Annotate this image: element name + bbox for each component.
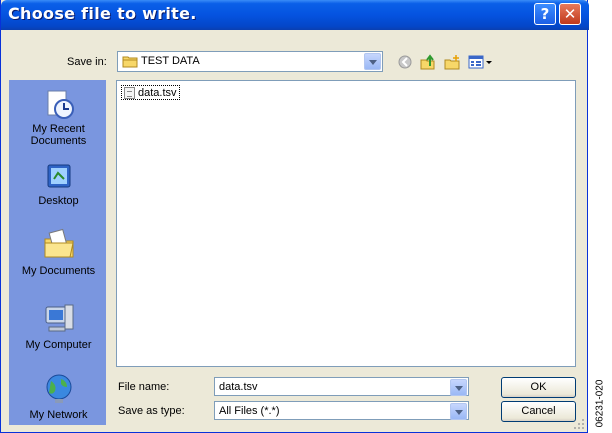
close-icon: ✕ (563, 5, 577, 23)
save-in-dropdown[interactable]: TEST DATA (117, 51, 383, 72)
file-name-dropdown-arrow[interactable] (450, 379, 467, 396)
my-computer-icon (45, 304, 73, 332)
my-documents-icon (44, 228, 74, 258)
place-my-recent-documents[interactable]: My Recent Documents (10, 87, 107, 147)
back-icon[interactable] (397, 54, 415, 70)
save-file-dialog: Choose file to write. ? ✕ Save in: TEST … (0, 0, 589, 433)
figure-id-text: 06231-020 (594, 379, 606, 428)
dialog-title: Choose file to write. (8, 4, 197, 23)
cancel-button[interactable]: Cancel (501, 401, 576, 422)
place-my-documents[interactable]: My Documents (10, 227, 107, 277)
ok-button[interactable]: OK (501, 377, 576, 398)
save-as-type-value: All Files (*.*) (219, 405, 280, 417)
places-bar: My Recent Documents Desktop My Documents (9, 80, 106, 425)
desktop-icon (47, 164, 70, 188)
figure-id-label: 06231-020 (594, 380, 608, 430)
tsv-file-icon (124, 86, 135, 99)
folder-icon (122, 56, 138, 68)
file-name-label: File name: (118, 381, 170, 393)
place-label: Desktop (38, 195, 79, 207)
place-label: My Recent Documents (30, 123, 87, 147)
save-as-type-dropdown-arrow[interactable] (450, 403, 467, 420)
save-as-type-label: Save as type: (118, 405, 185, 417)
place-my-network[interactable]: My Network (10, 371, 107, 421)
file-name-input[interactable]: data.tsv (214, 377, 469, 396)
up-folder-icon[interactable] (419, 54, 437, 70)
help-icon: ? (540, 5, 550, 23)
place-label: My Network (29, 409, 88, 421)
my-network-icon (46, 374, 71, 403)
place-label: My Documents (21, 265, 96, 277)
new-folder-icon[interactable] (444, 54, 462, 70)
title-bar[interactable]: Choose file to write. ? ✕ (1, 0, 589, 30)
save-in-value: TEST DATA (141, 55, 200, 67)
my-recent-documents-icon (47, 90, 74, 119)
file-list[interactable]: data.tsv (116, 80, 576, 367)
place-my-computer[interactable]: My Computer (10, 301, 107, 351)
help-button[interactable]: ? (534, 3, 556, 25)
save-in-dropdown-arrow[interactable] (364, 53, 381, 70)
save-in-label: Save in: (67, 56, 107, 68)
file-name: data.tsv (138, 86, 177, 99)
close-button[interactable]: ✕ (559, 3, 581, 25)
file-item[interactable]: data.tsv (121, 85, 180, 100)
file-name-value: data.tsv (219, 381, 258, 393)
save-as-type-select[interactable]: All Files (*.*) (214, 401, 469, 420)
view-menu-icon[interactable] (468, 54, 494, 70)
resize-grip-icon[interactable] (573, 418, 585, 430)
place-desktop[interactable]: Desktop (10, 161, 107, 207)
place-label: My Computer (25, 339, 92, 351)
